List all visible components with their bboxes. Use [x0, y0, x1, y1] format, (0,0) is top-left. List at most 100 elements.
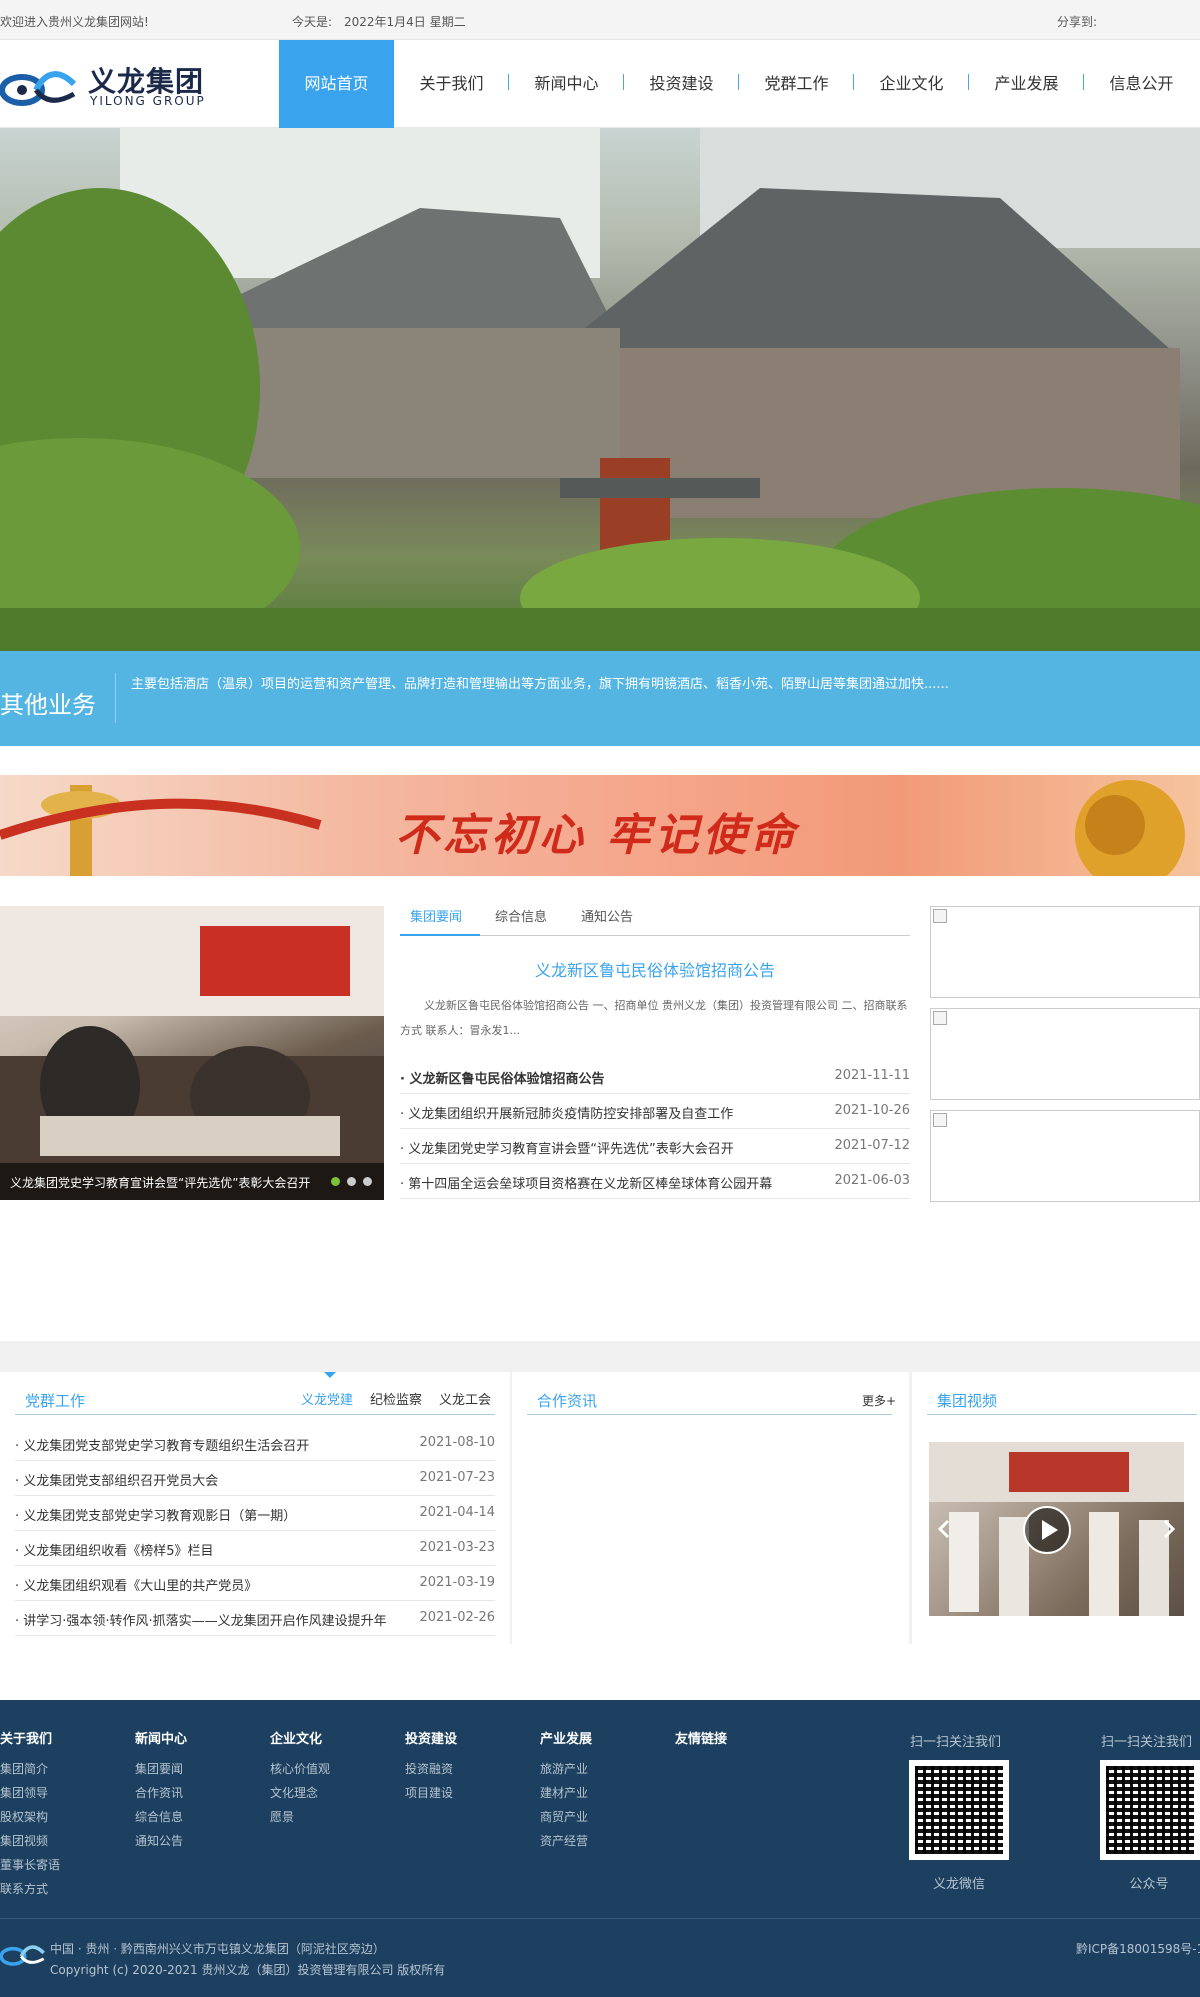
footer-link[interactable]: 项目建设 — [405, 1781, 457, 1805]
footer-col-head[interactable]: 企业文化 — [270, 1728, 330, 1747]
hero-band-desc[interactable]: 主要包括酒店（温泉）项目的运营和资产管理、品牌打造和管理输出等方面业务，旗下拥有… — [131, 673, 949, 692]
news-item-date: 2021-07-12 — [834, 1138, 910, 1153]
footer-col-industry: 产业发展 旅游产业 建材产业 商贸产业 资产经营 — [540, 1728, 592, 1853]
footer-link[interactable]: 商贸产业 — [540, 1805, 592, 1829]
qr-code-wechat — [909, 1760, 1009, 1860]
footer-divider — [0, 1918, 1200, 1919]
party-item-title: · 义龙集团组织收看《榜样5》栏目 — [15, 1544, 214, 1559]
party-list-item[interactable]: · 义龙集团党支部组织召开党员大会 2021-07-23 — [15, 1461, 495, 1496]
party-work-underline — [15, 1414, 495, 1415]
nav-item-6[interactable]: 产业发展 — [969, 40, 1084, 128]
news-item-title: · 第十四届全运会垒球项目资格赛在义龙新区棒垒球体育公园开幕 — [400, 1177, 773, 1192]
news-featured-title[interactable]: 义龙新区鲁屯民俗体验馆招商公告 — [400, 957, 910, 981]
footer-link[interactable]: 旅游产业 — [540, 1757, 592, 1781]
news-list-item[interactable]: · 义龙集团党史学习教育宣讲会暨“评先选优”表彰大会召开 2021-07-12 — [400, 1129, 910, 1164]
footer-link[interactable]: 建材产业 — [540, 1781, 592, 1805]
news-list-item[interactable]: · 义龙集团组织开展新冠肺炎疫情防控安排部署及自查工作 2021-10-26 — [400, 1094, 910, 1129]
tab-pointer-icon — [324, 1372, 336, 1378]
party-item-date: 2021-08-10 — [419, 1435, 495, 1450]
footer-logo-icon — [0, 1945, 45, 1966]
footer-link[interactable]: 董事长寄语 — [0, 1853, 60, 1877]
hero-band-divider — [115, 673, 116, 723]
cooperation-title[interactable]: 合作资讯 — [537, 1390, 597, 1411]
footer-col-links: 友情链接 — [675, 1728, 727, 1757]
party-item-title: · 义龙集团党支部党史学习教育观影日（第一期） — [15, 1509, 297, 1524]
footer-link[interactable]: 资产经营 — [540, 1829, 592, 1853]
footer-icp[interactable]: 黔ICP备18001598号-1 — [1076, 1940, 1200, 1957]
party-item-title: · 义龙集团党支部党史学习教育专题组织生活会召开 — [15, 1439, 310, 1454]
party-list-item[interactable]: · 义龙集团组织收看《榜样5》栏目 2021-03-23 — [15, 1531, 495, 1566]
logo[interactable]: 义龙集团 YILONG GROUP — [0, 60, 220, 110]
footer-copyright: Copyright (c) 2020-2021 贵州义龙（集团）投资管理有限公司… — [50, 1963, 446, 1977]
hero-band-title: 其他业务 — [0, 691, 96, 719]
nav-item-3[interactable]: 投资建设 — [624, 40, 739, 128]
party-work-title[interactable]: 党群工作 — [25, 1390, 85, 1411]
nav-item-2[interactable]: 新闻中心 — [509, 40, 624, 128]
video-prev-icon[interactable] — [937, 1519, 951, 1539]
footer-col-invest: 投资建设 投资融资 项目建设 — [405, 1728, 457, 1805]
party-list-item[interactable]: · 讲学习·强本领·转作风·抓落实——义龙集团开启作风建设提升年 2021-02… — [15, 1601, 495, 1636]
footer-link[interactable]: 通知公告 — [135, 1829, 187, 1853]
play-icon[interactable] — [1023, 1506, 1071, 1554]
share-label: 分享到: — [1057, 15, 1098, 29]
footer-link[interactable]: 核心价值观 — [270, 1757, 330, 1781]
top-bar: 欢迎进入贵州义龙集团网站! 今天是: 2022年1月4日 星期二 分享到: — [0, 0, 1200, 40]
cooperation-more-link[interactable]: 更多+ — [862, 1392, 896, 1409]
tab-notices[interactable]: 通知公告 — [581, 906, 651, 936]
footer-link[interactable]: 集团简介 — [0, 1757, 60, 1781]
nav-item-4[interactable]: 党群工作 — [739, 40, 854, 128]
news-photo[interactable] — [0, 906, 384, 1200]
footer-link[interactable]: 投资融资 — [405, 1757, 457, 1781]
footer-col-head[interactable]: 投资建设 — [405, 1728, 457, 1747]
video-title[interactable]: 集团视频 — [937, 1390, 997, 1411]
side-ad-image-1[interactable] — [930, 906, 1200, 998]
cooperation-panel: 合作资讯 更多+ — [512, 1372, 909, 1644]
footer-link[interactable]: 愿景 — [270, 1805, 330, 1829]
news-list-item[interactable]: · 第十四届全运会垒球项目资格赛在义龙新区棒垒球体育公园开幕 2021-06-0… — [400, 1164, 910, 1199]
party-item-title: · 义龙集团党支部组织召开党员大会 — [15, 1474, 219, 1489]
nav-item-7[interactable]: 信息公开 — [1084, 40, 1199, 128]
footer-link[interactable]: 联系方式 — [0, 1877, 60, 1901]
slider-dot-1[interactable] — [331, 1177, 340, 1186]
nav-item-5[interactable]: 企业文化 — [854, 40, 969, 128]
side-ad-image-3[interactable] — [930, 1110, 1200, 1202]
footer-link[interactable]: 股权架构 — [0, 1805, 60, 1829]
footer-col-head[interactable]: 新闻中心 — [135, 1728, 187, 1747]
tab-general-info[interactable]: 综合信息 — [495, 906, 565, 936]
qr-code-icon — [915, 1766, 1003, 1854]
footer-col-head[interactable]: 关于我们 — [0, 1728, 60, 1747]
footer-link[interactable]: 文化理念 — [270, 1781, 330, 1805]
slider-dot-2[interactable] — [347, 1177, 356, 1186]
news-featured-summary: 义龙新区鲁屯民俗体验馆招商公告 一、招商单位 贵州义龙（集团）投资管理有限公司 … — [400, 999, 908, 1037]
party-list-item[interactable]: · 义龙集团党支部党史学习教育观影日（第一期） 2021-04-14 — [15, 1496, 495, 1531]
news-list-item[interactable]: · 义龙新区鲁屯民俗体验馆招商公告 2021-11-11 — [400, 1059, 910, 1094]
party-item-date: 2021-02-26 — [419, 1610, 495, 1625]
footer-link[interactable]: 合作资讯 — [135, 1781, 187, 1805]
welcome-text: 欢迎进入贵州义龙集团网站! — [0, 15, 149, 29]
footer-col-head[interactable]: 产业发展 — [540, 1728, 592, 1747]
footer-col-about: 关于我们 集团简介 集团领导 股权架构 集团视频 董事长寄语 联系方式 — [0, 1728, 60, 1901]
qr1-label: 义龙微信 — [932, 1877, 985, 1892]
footer-col-head[interactable]: 友情链接 — [675, 1728, 727, 1747]
news-caption-text: 义龙集团党史学习教育宣讲会暨“评先选优”表彰大会召开 — [10, 1176, 311, 1190]
video-underline — [927, 1414, 1197, 1415]
nav-item-1[interactable]: 关于我们 — [394, 40, 509, 128]
party-banner[interactable]: 不忘初心 牢记使命 — [0, 775, 1200, 876]
slider-dot-3[interactable] — [363, 1177, 372, 1186]
side-ad-image-2[interactable] — [930, 1008, 1200, 1100]
subtab-discipline[interactable]: 纪检监察 — [370, 1389, 422, 1408]
party-list-item[interactable]: · 义龙集团党支部党史学习教育专题组织生活会召开 2021-08-10 — [15, 1426, 495, 1461]
footer-link[interactable]: 集团领导 — [0, 1781, 60, 1805]
footer-link[interactable]: 集团视频 — [0, 1829, 60, 1853]
video-player[interactable] — [929, 1442, 1184, 1616]
news-item-title: · 义龙新区鲁屯民俗体验馆招商公告 — [400, 1072, 605, 1087]
footer-link[interactable]: 集团要闻 — [135, 1757, 187, 1781]
party-list-item[interactable]: · 义龙集团组织观看《大山里的共产党员》 2021-03-19 — [15, 1566, 495, 1601]
nav-item-0[interactable]: 网站首页 — [279, 40, 394, 128]
footer-link[interactable]: 综合信息 — [135, 1805, 187, 1829]
subtab-party-building[interactable]: 义龙党建 — [301, 1389, 353, 1408]
video-next-icon[interactable] — [1162, 1519, 1176, 1539]
subtab-union[interactable]: 义龙工会 — [439, 1389, 491, 1408]
tab-group-news[interactable]: 集团要闻 — [400, 906, 480, 936]
broken-image-icon — [933, 1011, 947, 1025]
